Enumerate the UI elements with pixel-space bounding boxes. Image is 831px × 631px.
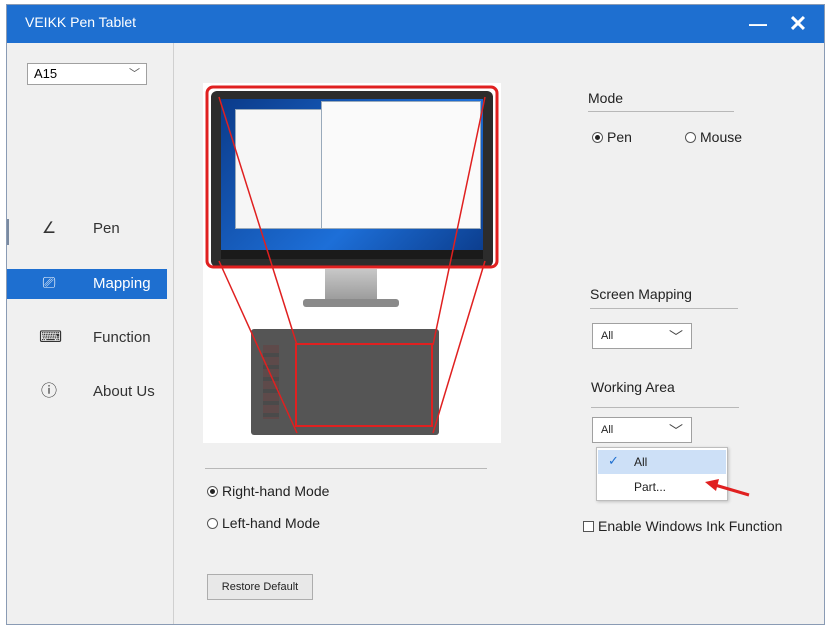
mapping-lines bbox=[205, 85, 499, 434]
radio-label: Right-hand Mode bbox=[222, 483, 330, 499]
chevron-down-icon: ﹀ bbox=[669, 329, 683, 345]
monitor-icon: ⎚ bbox=[42, 275, 56, 292]
screen-mapping-dropdown[interactable]: All ﹀ bbox=[592, 323, 692, 349]
sidebar-item-about-us[interactable]: ⓘ About Us bbox=[7, 377, 167, 407]
annotation-arrow-icon bbox=[705, 479, 750, 497]
sidebar-item-function[interactable]: ⌨ Function bbox=[7, 323, 167, 353]
model-select-value: A15 bbox=[34, 66, 58, 81]
restore-default-button[interactable]: Restore Default bbox=[207, 574, 313, 600]
mode-heading: Mode bbox=[588, 90, 624, 106]
windows-ink-checkbox[interactable]: Enable Windows Ink Function bbox=[583, 518, 782, 534]
close-button[interactable]: ✕ bbox=[783, 9, 813, 39]
radio-label: Mouse bbox=[700, 129, 743, 145]
working-area-heading: Working Area bbox=[591, 379, 675, 395]
mouse-mode-radio[interactable]: Mouse bbox=[685, 129, 742, 145]
screen-mapping-heading: Screen Mapping bbox=[590, 286, 692, 302]
sidebar-item-label: Pen bbox=[93, 220, 120, 237]
dropdown-value: All bbox=[601, 330, 614, 342]
chevron-down-icon: ﹀ bbox=[129, 68, 140, 80]
radio-label: Pen bbox=[607, 129, 632, 145]
chevron-down-icon: ﹀ bbox=[669, 423, 683, 439]
radio-label: Left-hand Mode bbox=[222, 515, 321, 531]
title-bar[interactable]: VEIKK Pen Tablet — ✕ bbox=[7, 5, 824, 43]
mapping-panel: Right-hand Mode Left-hand Mode Restore D… bbox=[173, 43, 824, 624]
working-area-option-all[interactable]: ✓ All bbox=[598, 450, 726, 474]
sidebar-item-pen[interactable]: ∠ Pen bbox=[7, 214, 167, 244]
window-title: VEIKK Pen Tablet bbox=[25, 14, 137, 30]
info-icon: ⓘ bbox=[40, 383, 57, 400]
left-hand-mode-radio[interactable]: Left-hand Mode bbox=[207, 515, 320, 531]
app-window: VEIKK Pen Tablet — ✕ A15 ﹀ ∠ Pen ⎚ Mappi… bbox=[6, 4, 825, 625]
sidebar-item-mapping[interactable]: ⎚ Mapping bbox=[7, 269, 167, 299]
keyboard-icon: ⌨ bbox=[39, 329, 63, 346]
dropdown-value: All bbox=[601, 424, 614, 436]
mapping-preview-image bbox=[203, 83, 501, 443]
sidebar-item-label: Function bbox=[93, 329, 151, 346]
minimize-button[interactable]: — bbox=[743, 9, 773, 39]
checkbox-label: Enable Windows Ink Function bbox=[598, 518, 783, 534]
model-select[interactable]: A15 ﹀ bbox=[27, 63, 147, 85]
pen-mode-radio[interactable]: Pen bbox=[592, 129, 632, 145]
pen-icon: ∠ bbox=[41, 220, 57, 237]
working-area-dropdown[interactable]: All ﹀ bbox=[592, 417, 692, 443]
sidebar-item-label: Mapping bbox=[93, 275, 151, 292]
sidebar-item-label: About Us bbox=[93, 383, 155, 400]
right-hand-mode-radio[interactable]: Right-hand Mode bbox=[207, 483, 329, 499]
checkmark-icon: ✓ bbox=[608, 453, 619, 468]
sidebar: A15 ﹀ ∠ Pen ⎚ Mapping ⌨ Function ⓘ About… bbox=[7, 43, 174, 624]
